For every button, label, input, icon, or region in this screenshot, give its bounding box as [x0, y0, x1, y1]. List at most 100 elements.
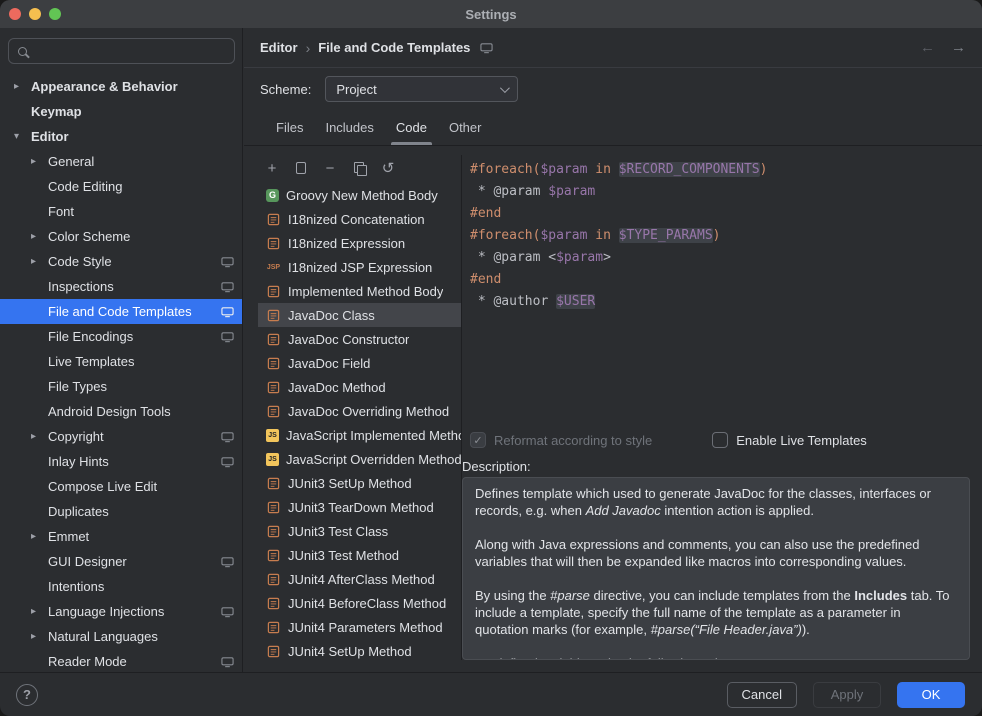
tab-files[interactable]: Files [265, 110, 314, 145]
sidebar-item-gui-designer[interactable]: GUI Designer [0, 549, 242, 574]
zoom-window-button[interactable] [49, 8, 61, 20]
tab-code[interactable]: Code [385, 110, 438, 145]
template-item-label: I18nized Concatenation [288, 212, 425, 227]
sidebar-item-file-types[interactable]: File Types [0, 374, 242, 399]
cancel-button[interactable]: Cancel [727, 682, 797, 708]
settings-search-input[interactable] [35, 44, 225, 59]
sidebar-item-font[interactable]: Font [0, 199, 242, 224]
help-button[interactable]: ? [16, 684, 38, 706]
sidebar-item-natural-languages[interactable]: ▸Natural Languages [0, 624, 242, 649]
code-line: #end [470, 203, 970, 225]
template-item-junit4-parameters-method[interactable]: JUnit4 Parameters Method [258, 615, 461, 639]
sidebar-item-emmet[interactable]: ▸Emmet [0, 524, 242, 549]
template-item-junit3-test-method[interactable]: JUnit3 Test Method [258, 543, 461, 567]
template-item-junit4-afterclass-method[interactable]: JUnit4 AfterClass Method [258, 567, 461, 591]
screen-icon [221, 306, 234, 318]
template-code-editor[interactable]: #foreach($param in $RECORD_COMPONENTS) *… [462, 155, 970, 425]
sidebar-item-keymap[interactable]: Keymap [0, 99, 242, 124]
sidebar-item-label: File Types [48, 379, 107, 394]
chevron-right-icon[interactable]: ▸ [31, 431, 48, 442]
reset-template-button[interactable]: ↺ [376, 157, 400, 179]
template-item-implemented-method-body[interactable]: Implemented Method Body [258, 279, 461, 303]
description-paragraph: By using the #parse directive, you can i… [475, 587, 957, 638]
template-item-javadoc-class[interactable]: JavaDoc Class [258, 303, 461, 327]
sidebar-item-live-templates[interactable]: Live Templates [0, 349, 242, 374]
template-item-javadoc-overriding-method[interactable]: JavaDoc Overriding Method [258, 399, 461, 423]
reformat-checkbox-label: Reformat according to style [494, 433, 652, 448]
tab-other[interactable]: Other [438, 110, 493, 145]
scheme-select[interactable]: Project [325, 76, 518, 102]
template-item-groovy-new-method-body[interactable]: GGroovy New Method Body [258, 183, 461, 207]
chevron-right-icon[interactable]: ▸ [31, 256, 48, 267]
sidebar-item-intentions[interactable]: Intentions [0, 574, 242, 599]
remove-template-button[interactable]: − [318, 157, 342, 179]
sidebar-item-reader-mode[interactable]: Reader Mode [0, 649, 242, 672]
template-item-junit4-beforeclass-method[interactable]: JUnit4 BeforeClass Method [258, 591, 461, 615]
copy-template-button[interactable] [347, 157, 371, 179]
sidebar-item-duplicates[interactable]: Duplicates [0, 499, 242, 524]
code-token: #foreach( [470, 228, 540, 243]
template-item-i18nized-jsp-expression[interactable]: JSPI18nized JSP Expression [258, 255, 461, 279]
sidebar-item-label: File and Code Templates [48, 304, 192, 319]
template-item-junit4-setup-method[interactable]: JUnit4 SetUp Method [258, 639, 461, 660]
sidebar-item-editor[interactable]: ▾Editor [0, 124, 242, 149]
chevron-right-icon[interactable]: ▸ [31, 231, 48, 242]
sidebar-item-color-scheme[interactable]: ▸Color Scheme [0, 224, 242, 249]
live-templates-checkbox-box [712, 432, 728, 448]
sidebar-item-file-and-code-templates[interactable]: File and Code Templates [0, 299, 242, 324]
add-template-button[interactable]: + [260, 157, 284, 179]
ok-button[interactable]: OK [897, 682, 965, 708]
template-item-javadoc-field[interactable]: JavaDoc Field [258, 351, 461, 375]
template-item-javascript-implemented-method-body[interactable]: JSJavaScript Implemented Method Body [258, 423, 461, 447]
sidebar-item-language-injections[interactable]: ▸Language Injections [0, 599, 242, 624]
create-from-selected-template-button[interactable] [289, 157, 313, 179]
sidebar-item-label: Android Design Tools [48, 404, 171, 419]
sidebar-item-code-style[interactable]: ▸Code Style [0, 249, 242, 274]
live-templates-checkbox-label: Enable Live Templates [736, 433, 867, 448]
template-item-javadoc-method[interactable]: JavaDoc Method [258, 375, 461, 399]
chevron-right-icon[interactable]: ▸ [31, 156, 48, 167]
sidebar-item-compose-live-edit[interactable]: Compose Live Edit [0, 474, 242, 499]
breadcrumb-separator-icon: › [306, 40, 311, 56]
jsp-file-icon: JSP [266, 260, 281, 274]
chevron-right-icon[interactable]: ▸ [31, 631, 48, 642]
close-window-button[interactable] [9, 8, 21, 20]
live-templates-checkbox[interactable]: Enable Live Templates [712, 432, 867, 448]
description-text: intention action is applied. [661, 503, 814, 518]
sidebar-item-android-design-tools[interactable]: Android Design Tools [0, 399, 242, 424]
sidebar-item-general[interactable]: ▸General [0, 149, 242, 174]
template-item-junit3-test-class[interactable]: JUnit3 Test Class [258, 519, 461, 543]
template-item-junit3-teardown-method[interactable]: JUnit3 TearDown Method [258, 495, 461, 519]
sidebar-item-label: Inspections [48, 279, 114, 294]
sidebar-item-inspections[interactable]: Inspections [0, 274, 242, 299]
template-item-i18nized-expression[interactable]: I18nized Expression [258, 231, 461, 255]
chevron-right-icon[interactable]: ▸ [14, 81, 31, 92]
settings-sidebar: ▸Appearance & Behavior Keymap ▾Editor▸Gene… [0, 28, 243, 672]
sidebar-item-label: Keymap [31, 104, 82, 119]
template-item-javascript-overridden-method-body[interactable]: JSJavaScript Overridden Method Body [258, 447, 461, 471]
screen-icon [221, 331, 234, 343]
forward-icon[interactable]: → [951, 39, 966, 56]
code-token: ) [760, 162, 768, 177]
scheme-label: Scheme: [260, 82, 311, 97]
tab-label: Files [276, 120, 303, 135]
template-item-junit3-setup-method[interactable]: JUnit3 SetUp Method [258, 471, 461, 495]
template-item-javadoc-constructor[interactable]: JavaDoc Constructor [258, 327, 461, 351]
minimize-window-button[interactable] [29, 8, 41, 20]
sidebar-item-file-encodings[interactable]: File Encodings [0, 324, 242, 349]
back-icon[interactable]: ← [920, 39, 935, 56]
sidebar-item-copyright[interactable]: ▸Copyright [0, 424, 242, 449]
breadcrumb-item-editor[interactable]: Editor [260, 40, 298, 55]
screen-icon [480, 42, 493, 54]
chevron-right-icon[interactable]: ▸ [31, 531, 48, 542]
chevron-down-icon[interactable]: ▾ [14, 131, 31, 142]
chevron-right-icon[interactable]: ▸ [31, 606, 48, 617]
tab-includes[interactable]: Includes [314, 110, 384, 145]
code-line: #end [470, 269, 970, 291]
template-file-icon [266, 236, 281, 250]
sidebar-item-appearance-behavior[interactable]: ▸Appearance & Behavior [0, 74, 242, 99]
sidebar-item-code-editing[interactable]: Code Editing [0, 174, 242, 199]
sidebar-item-inlay-hints[interactable]: Inlay Hints [0, 449, 242, 474]
template-item-i18nized-concatenation[interactable]: I18nized Concatenation [258, 207, 461, 231]
search-box[interactable] [8, 38, 235, 64]
